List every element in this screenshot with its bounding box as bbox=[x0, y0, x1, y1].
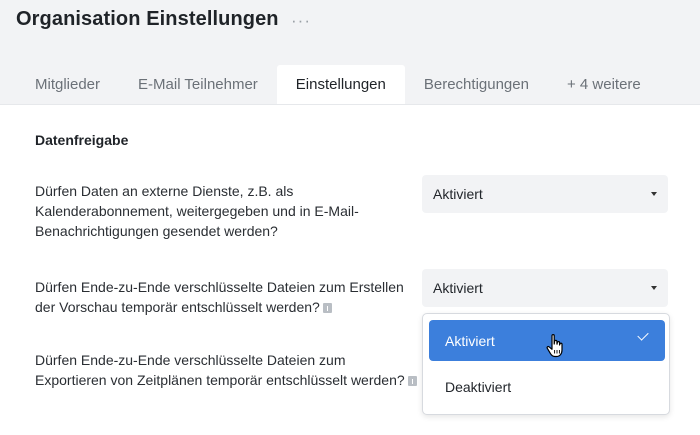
hand-pointer-icon bbox=[546, 334, 563, 358]
setting-question-text: Dürfen Daten an externe Dienste, z.B. al… bbox=[35, 183, 359, 239]
page-title: Organisation Einstellungen bbox=[16, 8, 279, 30]
setting-question: Dürfen Ende-zu-Ende verschlüsselte Datei… bbox=[35, 350, 420, 390]
select-value: Aktiviert bbox=[433, 280, 483, 296]
setting-question-text: Dürfen Ende-zu-Ende verschlüsselte Datei… bbox=[35, 352, 405, 388]
ellipsis-icon[interactable]: ··· bbox=[291, 11, 311, 31]
caret-down-icon bbox=[651, 286, 657, 290]
section-title: Datenfreigabe bbox=[35, 132, 129, 148]
setting-question: Dürfen Ende-zu-Ende verschlüsselte Datei… bbox=[35, 277, 420, 317]
tab-more[interactable]: + 4 weitere bbox=[548, 65, 660, 104]
option-label: Aktiviert bbox=[445, 332, 495, 349]
tab-email-teilnehmer[interactable]: E-Mail Teilnehmer bbox=[119, 65, 277, 104]
dropdown-option-deaktiviert[interactable]: Deaktiviert bbox=[429, 366, 665, 407]
option-label: Deaktiviert bbox=[445, 378, 512, 395]
dropdown-menu: Aktiviert Deaktiviert bbox=[422, 313, 670, 415]
caret-down-icon bbox=[651, 192, 657, 196]
tab-mitglieder[interactable]: Mitglieder bbox=[16, 65, 119, 104]
setting-question-text: Dürfen Ende-zu-Ende verschlüsselte Datei… bbox=[35, 279, 404, 315]
checkmark-icon bbox=[637, 329, 649, 341]
info-icon[interactable] bbox=[407, 376, 417, 386]
tab-einstellungen[interactable]: Einstellungen bbox=[276, 65, 405, 104]
tab-bar: Mitglieder E-Mail Teilnehmer Einstellung… bbox=[16, 65, 660, 104]
tab-berechtigungen[interactable]: Berechtigungen bbox=[405, 65, 548, 104]
setting-select-preview-decrypt[interactable]: Aktiviert bbox=[422, 269, 668, 307]
info-icon[interactable] bbox=[322, 303, 332, 313]
page-header: Organisation Einstellungen ··· Mitgliede… bbox=[0, 0, 700, 104]
setting-question: Dürfen Daten an externe Dienste, z.B. al… bbox=[35, 181, 420, 241]
setting-select-external-services[interactable]: Aktiviert bbox=[422, 175, 668, 213]
select-value: Aktiviert bbox=[433, 186, 483, 202]
